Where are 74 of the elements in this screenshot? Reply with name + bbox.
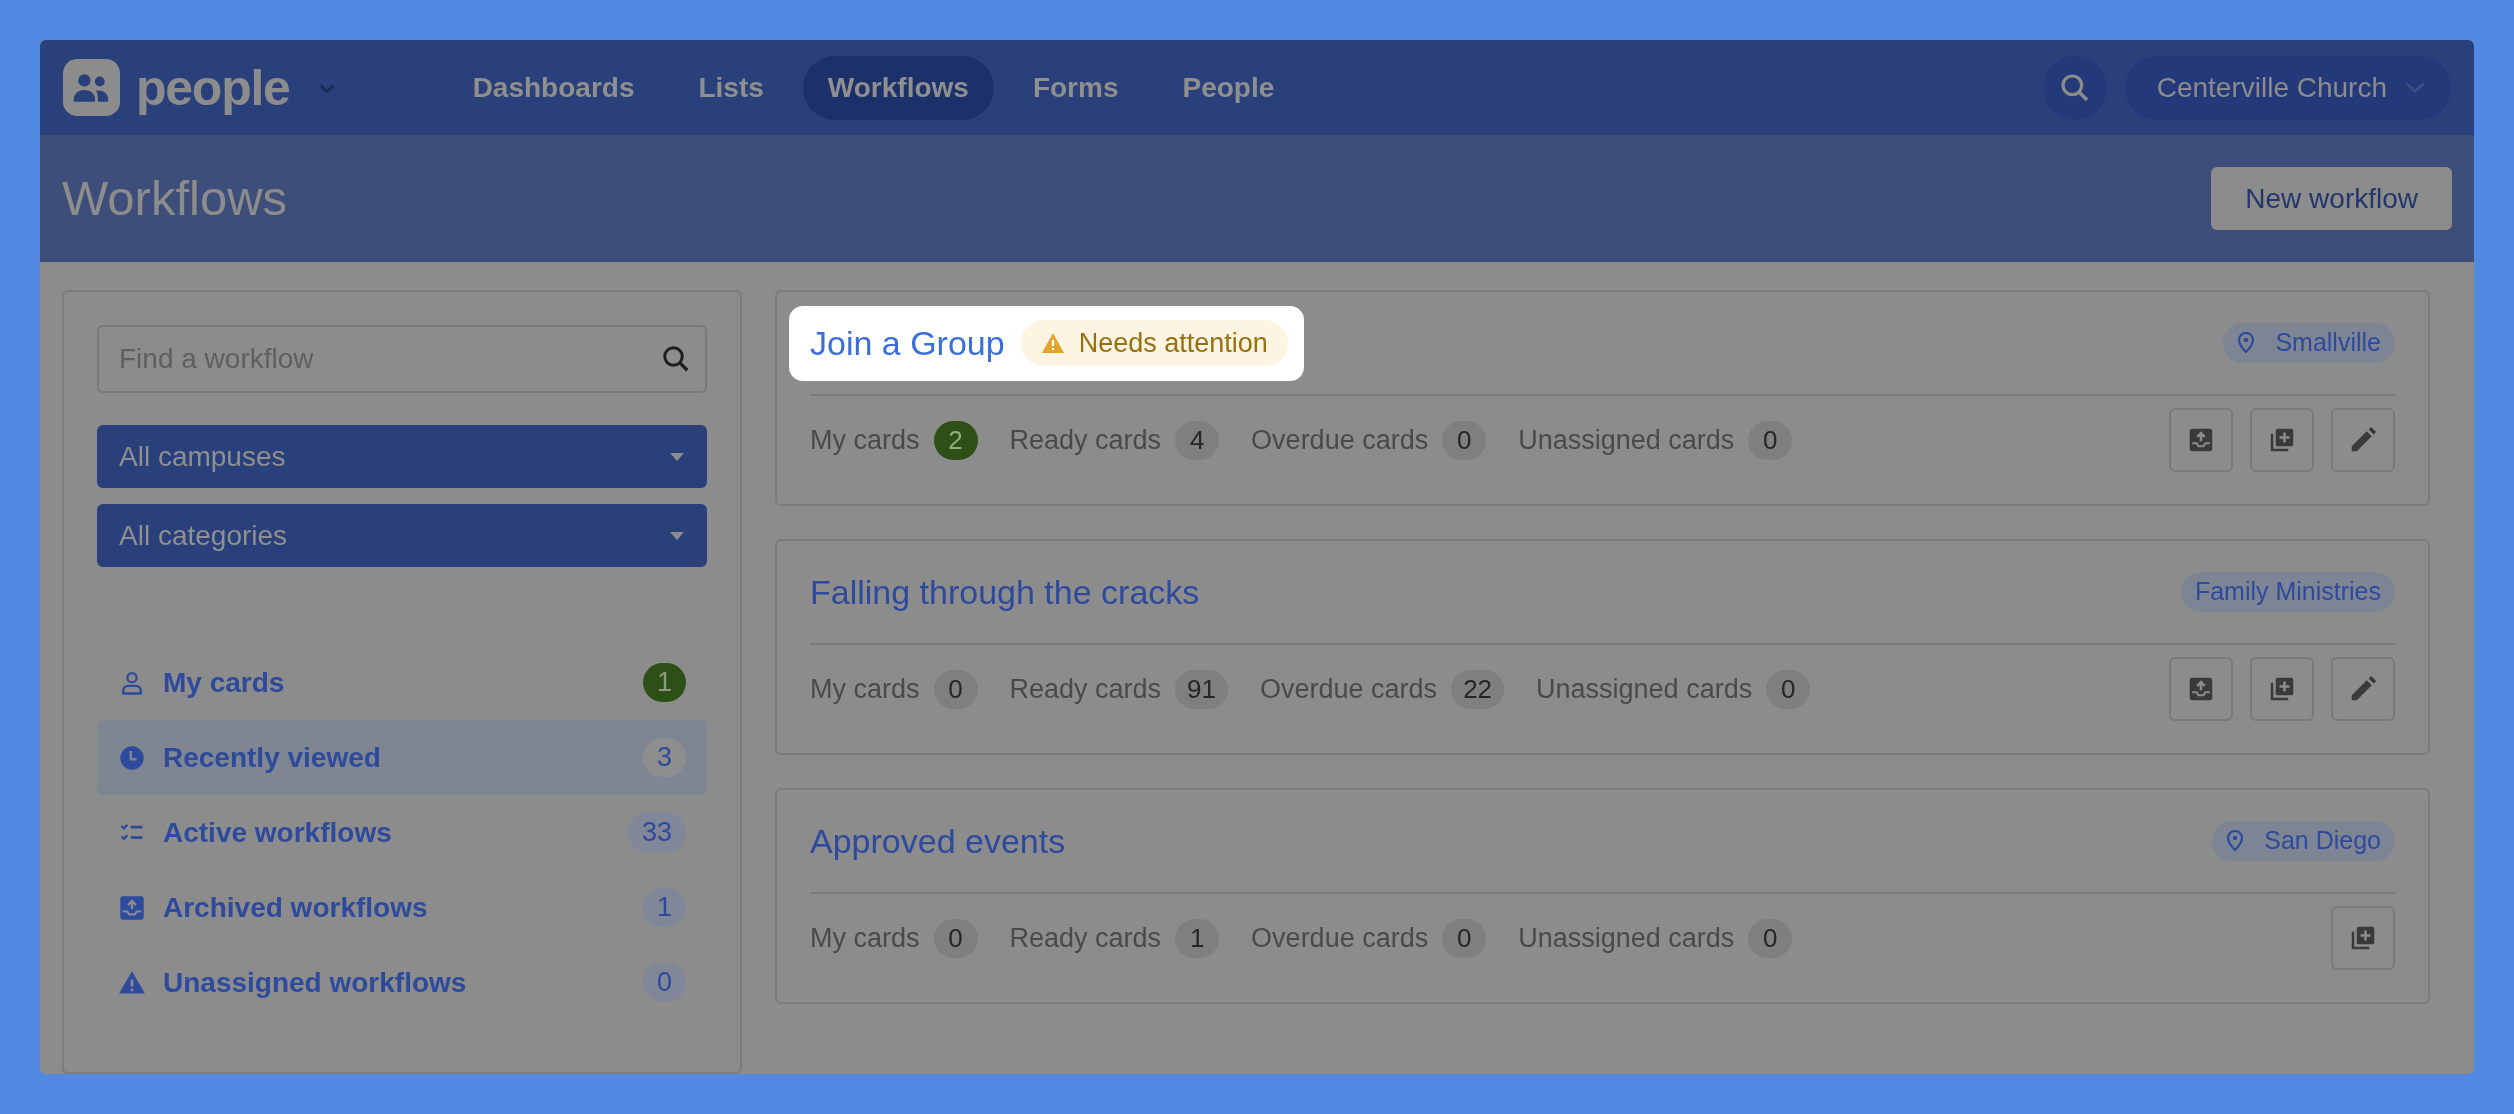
caret-down-icon xyxy=(669,530,685,541)
search-icon xyxy=(2058,71,2091,104)
stat-label: Ready cards xyxy=(1009,921,1162,955)
stat-label: My cards xyxy=(810,672,920,706)
nav-tab[interactable]: Workflows xyxy=(802,55,994,120)
workflow-title-link[interactable]: Approved events xyxy=(810,815,1066,867)
caret-down-icon xyxy=(669,451,685,462)
map-pin-icon xyxy=(2226,830,2245,852)
count-badge: 0 xyxy=(1766,669,1811,709)
duplicate-button[interactable] xyxy=(2250,657,2314,721)
count-badge: 1 xyxy=(642,888,686,927)
nav-tab[interactable]: People xyxy=(1157,55,1300,120)
count-badge: 0 xyxy=(933,918,978,958)
app-logo-icon xyxy=(63,59,120,116)
stat-label: Overdue cards xyxy=(1260,672,1438,706)
item-label: Active workflows xyxy=(163,815,393,850)
organization-dropdown[interactable]: Centerville Church xyxy=(2124,55,2451,120)
tray-upload-icon xyxy=(118,893,146,922)
status-badge: Needs attention xyxy=(1020,320,1288,366)
workflow-title-link[interactable]: Join a Group xyxy=(810,317,1005,369)
edit-button[interactable] xyxy=(2331,408,2395,472)
sidebar-item[interactable]: My cards 1 xyxy=(97,645,707,720)
location-tag: Family Ministries xyxy=(2180,572,2395,612)
count-badge: 0 xyxy=(642,963,686,1002)
map-pin-icon xyxy=(2237,332,2256,354)
stat-label: Unassigned cards xyxy=(1518,423,1735,457)
duplicate-button[interactable] xyxy=(2250,408,2314,472)
count-badge: 0 xyxy=(933,669,978,709)
count-badge: 0 xyxy=(1748,918,1793,958)
sidebar-item[interactable]: Unassigned workflows 0 xyxy=(97,945,707,1020)
count-badge: 0 xyxy=(1442,420,1487,460)
sidebar-item[interactable]: Recently viewed 3 xyxy=(97,720,707,795)
edit-button[interactable] xyxy=(2331,657,2395,721)
count-badge: 3 xyxy=(642,738,686,777)
workflow-title-link[interactable]: Falling through the cracks xyxy=(810,566,1200,618)
stat-label: Unassigned cards xyxy=(1518,921,1735,955)
stat-label: Ready cards xyxy=(1009,672,1162,706)
nav-tab[interactable]: Forms xyxy=(1007,55,1144,120)
sidebar-item[interactable]: Active workflows 33 xyxy=(97,795,707,870)
stat-label: Overdue cards xyxy=(1251,423,1429,457)
item-label: Archived workflows xyxy=(163,890,429,925)
item-label: My cards xyxy=(163,665,286,700)
filter-dropdown[interactable]: All categories xyxy=(97,504,707,567)
count-badge: 4 xyxy=(1175,420,1220,460)
nav-tab[interactable]: Dashboards xyxy=(447,55,660,120)
item-label: Unassigned workflows xyxy=(163,965,468,1000)
duplicate-button[interactable] xyxy=(2331,906,2395,970)
archive-button[interactable] xyxy=(2169,657,2233,721)
count-badge: 1 xyxy=(1175,918,1220,958)
item-label: Recently viewed xyxy=(163,740,382,775)
new-workflow-button[interactable]: New workflow xyxy=(2211,167,2452,230)
archive-button[interactable] xyxy=(2169,408,2233,472)
count-badge: 22 xyxy=(1451,669,1505,709)
app-name: people xyxy=(136,62,290,113)
stat-label: My cards xyxy=(810,423,920,457)
count-badge: 2 xyxy=(933,420,978,460)
count-badge: 33 xyxy=(627,813,686,852)
warning-icon xyxy=(1040,332,1065,354)
clock-icon xyxy=(118,743,146,772)
location-tag: San Diego xyxy=(2212,821,2395,861)
stat-label: Overdue cards xyxy=(1251,921,1429,955)
count-badge: 0 xyxy=(1748,420,1793,460)
page-title: Workflows xyxy=(62,169,288,227)
count-badge: 1 xyxy=(642,663,686,702)
search-icon xyxy=(661,344,691,374)
filter-dropdown[interactable]: All campuses xyxy=(97,425,707,488)
location-tag: Smallville xyxy=(2223,323,2395,363)
stat-label: My cards xyxy=(810,921,920,955)
count-badge: 91 xyxy=(1175,669,1229,709)
nav-tab[interactable]: Lists xyxy=(673,55,789,120)
stat-label: Ready cards xyxy=(1009,423,1162,457)
stat-label: Unassigned cards xyxy=(1536,672,1753,706)
sidebar-item[interactable]: Archived workflows 1 xyxy=(97,870,707,945)
count-badge: 0 xyxy=(1442,918,1487,958)
